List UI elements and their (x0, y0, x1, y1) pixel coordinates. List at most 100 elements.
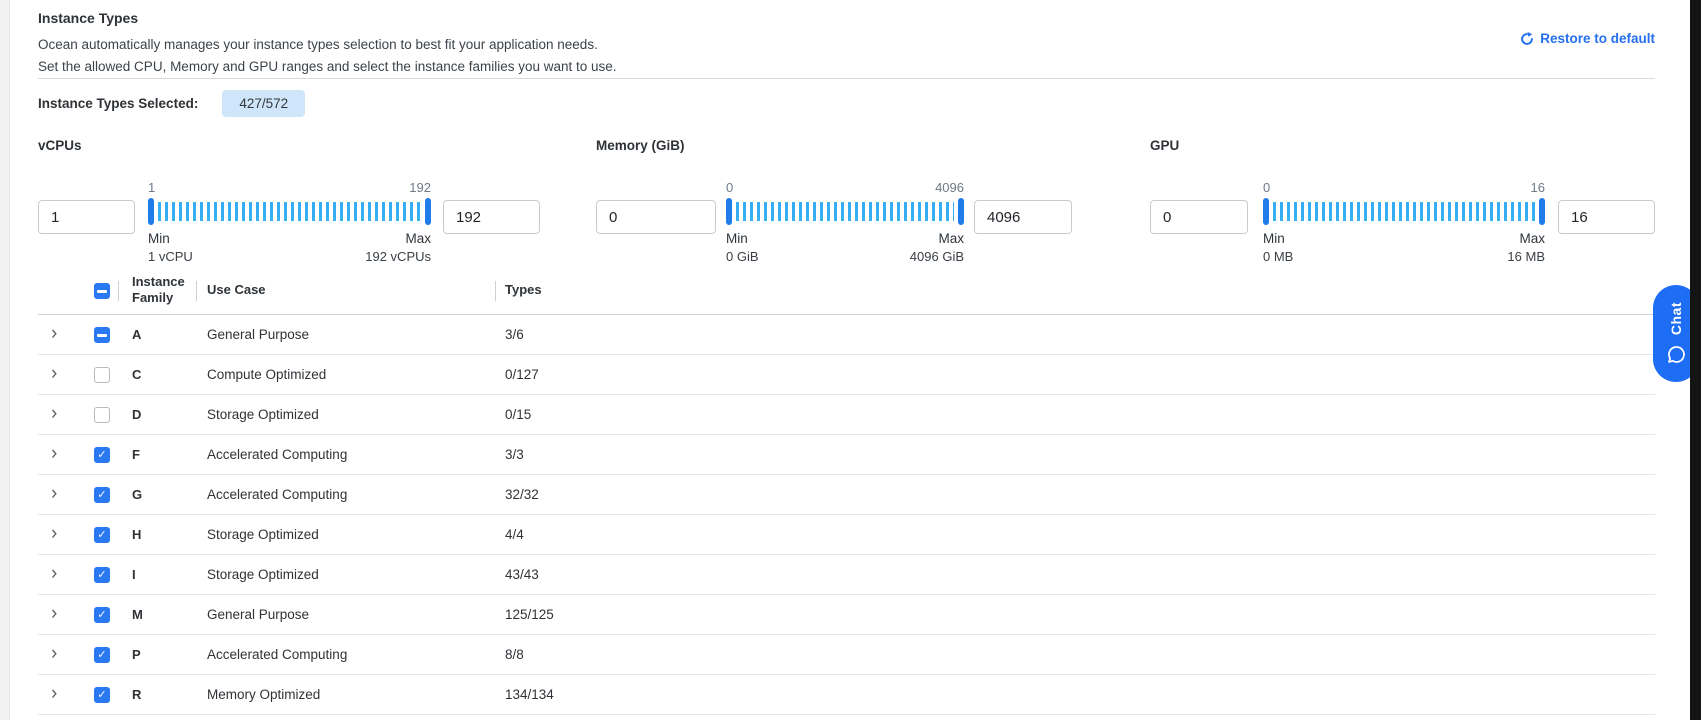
expand-chevron-icon[interactable]: › (51, 644, 57, 664)
restore-to-default-button[interactable]: Restore to default (1520, 31, 1655, 46)
row-checkbox[interactable] (94, 487, 110, 503)
memory-section: Memory (GiB) 0 4096 Min Max (596, 138, 1072, 264)
expand-chevron-icon[interactable]: › (51, 604, 57, 624)
memory-max-caption: 4096 GiB (910, 249, 964, 264)
memory-max-input[interactable] (974, 200, 1072, 234)
memory-slider-handle-max[interactable] (958, 198, 964, 225)
memory-min-input[interactable] (596, 200, 716, 234)
column-separator (196, 281, 197, 301)
description-line-1: Ocean automatically manages your instanc… (38, 34, 617, 56)
types-cell: 125/125 (505, 607, 554, 622)
row-checkbox[interactable] (94, 447, 110, 463)
gpu-slider-track[interactable] (1263, 198, 1545, 225)
vcpus-max-input[interactable] (443, 200, 540, 234)
column-header-use-case: Use Case (207, 282, 266, 297)
restore-to-default-label: Restore to default (1540, 31, 1655, 46)
use-case-cell: General Purpose (207, 327, 309, 342)
row-checkbox[interactable] (94, 687, 110, 703)
vcpus-slider-ticks (158, 202, 421, 221)
vcpus-min-label: Min (148, 231, 170, 246)
header-divider (38, 78, 1655, 79)
use-case-cell: Accelerated Computing (207, 487, 347, 502)
use-case-cell: Accelerated Computing (207, 647, 347, 662)
gpu-slider-handle-max[interactable] (1539, 198, 1545, 225)
table-row[interactable]: › R Memory Optimized 134/134 (38, 675, 1655, 715)
types-cell: 3/3 (505, 447, 524, 462)
gpu-captions: 0 MB 16 MB (1263, 249, 1545, 264)
table-row[interactable]: › I Storage Optimized 43/43 (38, 555, 1655, 595)
instance-family-cell: P (132, 647, 141, 662)
table-header-row: Instance Family Use Case Types (38, 268, 1655, 315)
expand-chevron-icon[interactable]: › (51, 324, 57, 344)
selected-count-badge: 427/572 (222, 90, 305, 117)
chat-bubble-icon (1666, 344, 1687, 365)
row-checkbox[interactable] (94, 647, 110, 663)
row-checkbox[interactable] (94, 327, 110, 343)
right-edge-strip (1690, 0, 1701, 720)
gpu-label: GPU (1150, 138, 1655, 154)
types-cell: 0/15 (505, 407, 531, 422)
vcpus-min-caption: 1 vCPU (148, 249, 193, 264)
column-separator (495, 281, 496, 301)
table-row[interactable]: › H Storage Optimized 4/4 (38, 515, 1655, 555)
instance-family-cell: A (132, 327, 141, 342)
expand-chevron-icon[interactable]: › (51, 524, 57, 544)
row-checkbox[interactable] (94, 367, 110, 383)
selected-count-label: Instance Types Selected: (38, 96, 198, 111)
gpu-max-label: Max (1519, 231, 1545, 246)
gpu-min-caption: 0 MB (1263, 249, 1293, 264)
gpu-min-label: Min (1263, 231, 1285, 246)
memory-range-max: 4096 (935, 180, 964, 196)
table-row[interactable]: › A General Purpose 3/6 (38, 315, 1655, 355)
instance-family-table: Instance Family Use Case Types › A Gener… (38, 268, 1655, 715)
use-case-cell: Memory Optimized (207, 687, 320, 702)
table-row[interactable]: › M General Purpose 125/125 (38, 595, 1655, 635)
row-checkbox[interactable] (94, 407, 110, 423)
vcpus-slider-handle-min[interactable] (148, 198, 154, 225)
vcpus-minmax-labels: Min Max (148, 231, 431, 246)
gpu-minmax-labels: Min Max (1263, 231, 1545, 246)
expand-chevron-icon[interactable]: › (51, 484, 57, 504)
use-case-cell: General Purpose (207, 607, 309, 622)
instance-family-cell: H (132, 527, 141, 542)
gpu-slider-handle-min[interactable] (1263, 198, 1269, 225)
table-row[interactable]: › F Accelerated Computing 3/3 (38, 435, 1655, 475)
types-cell: 4/4 (505, 527, 524, 542)
table-row[interactable]: › P Accelerated Computing 8/8 (38, 635, 1655, 675)
memory-slider-track[interactable] (726, 198, 964, 225)
row-checkbox[interactable] (94, 527, 110, 543)
memory-slider-handle-min[interactable] (726, 198, 732, 225)
row-checkbox[interactable] (94, 567, 110, 583)
instance-family-cell: R (132, 687, 141, 702)
column-separator (118, 281, 119, 301)
use-case-cell: Compute Optimized (207, 367, 326, 382)
gpu-range-max: 16 (1531, 180, 1545, 196)
expand-chevron-icon[interactable]: › (51, 404, 57, 424)
vcpus-label: vCPUs (38, 138, 540, 154)
expand-chevron-icon[interactable]: › (51, 444, 57, 464)
gpu-min-input[interactable] (1150, 200, 1248, 234)
expand-chevron-icon[interactable]: › (51, 364, 57, 384)
vcpus-max-label: Max (405, 231, 431, 246)
page-description: Ocean automatically manages your instanc… (38, 34, 617, 78)
column-header-instance-family: Instance Family (132, 274, 196, 306)
vcpus-slider-track[interactable] (148, 198, 431, 225)
table-row[interactable]: › D Storage Optimized 0/15 (38, 395, 1655, 435)
types-cell: 32/32 (505, 487, 539, 502)
vcpus-range-max: 192 (409, 180, 431, 196)
use-case-cell: Storage Optimized (207, 407, 319, 422)
expand-chevron-icon[interactable]: › (51, 564, 57, 584)
memory-min-caption: 0 GiB (726, 249, 759, 264)
memory-range-min: 0 (726, 180, 733, 196)
vcpus-captions: 1 vCPU 192 vCPUs (148, 249, 431, 264)
table-row[interactable]: › G Accelerated Computing 32/32 (38, 475, 1655, 515)
select-all-checkbox[interactable] (94, 283, 110, 299)
table-row[interactable]: › C Compute Optimized 0/127 (38, 355, 1655, 395)
types-cell: 134/134 (505, 687, 554, 702)
expand-chevron-icon[interactable]: › (51, 684, 57, 704)
refresh-icon (1520, 32, 1534, 46)
row-checkbox[interactable] (94, 607, 110, 623)
vcpus-slider-handle-max[interactable] (425, 198, 431, 225)
gpu-max-input[interactable] (1558, 200, 1655, 234)
vcpus-min-input[interactable] (38, 200, 135, 234)
